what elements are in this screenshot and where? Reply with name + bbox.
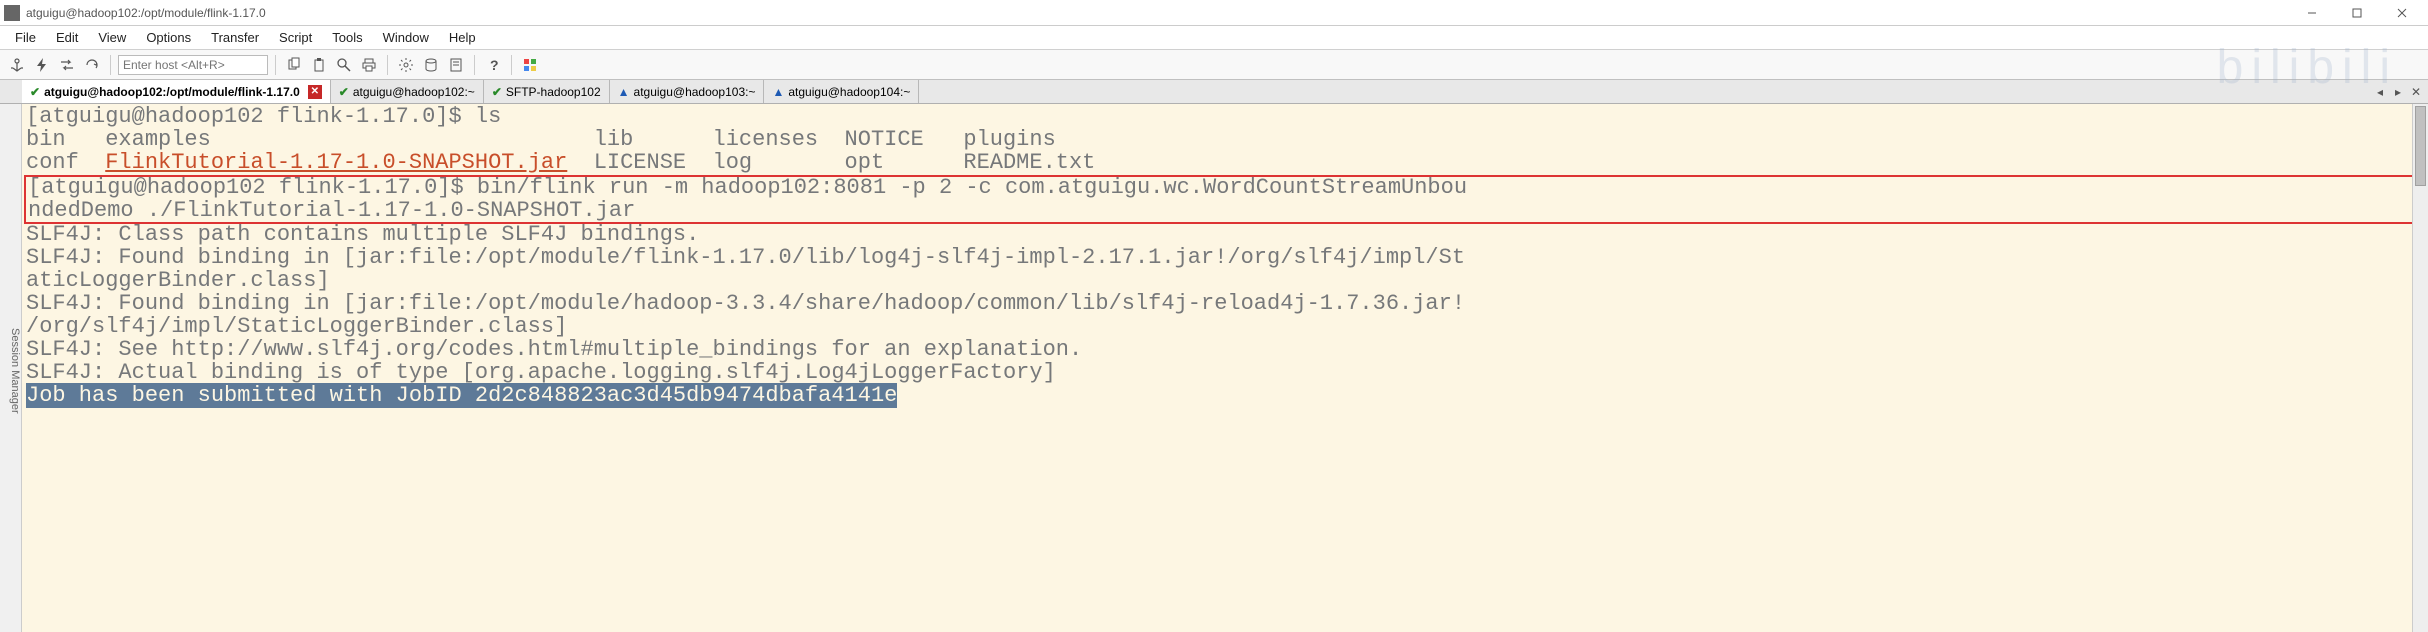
tab-label: SFTP-hadoop102 [506, 85, 601, 99]
print-icon[interactable] [358, 54, 380, 76]
tab-label: atguigu@hadoop104:~ [788, 85, 910, 99]
menu-view[interactable]: View [89, 28, 135, 47]
props-icon[interactable] [445, 54, 467, 76]
tab-close-icon[interactable]: ✕ [308, 85, 322, 99]
menu-script[interactable]: Script [270, 28, 321, 47]
minimize-button[interactable] [2290, 1, 2334, 25]
terminal-line: /org/slf4j/impl/StaticLoggerBinder.class… [26, 316, 2424, 339]
menu-tools[interactable]: Tools [323, 28, 371, 47]
toolbar-separator [387, 55, 388, 75]
tab-label: atguigu@hadoop102:/opt/module/flink-1.17… [44, 85, 300, 99]
session-tab[interactable]: ▲ atguigu@hadoop103:~ [610, 80, 765, 103]
toolbar-separator [110, 55, 111, 75]
tab-nav: ◂ ▸ ✕ [2372, 80, 2428, 103]
close-button[interactable] [2380, 1, 2424, 25]
paste-icon[interactable] [308, 54, 330, 76]
maximize-button[interactable] [2335, 1, 2379, 25]
tab-prev-icon[interactable]: ◂ [2372, 85, 2388, 99]
terminal-line: SLF4J: See http://www.slf4j.org/codes.ht… [26, 339, 2424, 362]
terminal-line: SLF4J: Class path contains multiple SLF4… [26, 224, 2424, 247]
toolbar-separator [511, 55, 512, 75]
toolbar-separator [275, 55, 276, 75]
highlighted-command-box: [atguigu@hadoop102 flink-1.17.0]$ bin/fl… [24, 175, 2426, 225]
check-icon: ✔ [30, 85, 40, 99]
tab-label: atguigu@hadoop102:~ [353, 85, 475, 99]
terminal[interactable]: [atguigu@hadoop102 flink-1.17.0]$ ls bin… [22, 104, 2428, 632]
app-icon [4, 5, 20, 21]
session-tab[interactable]: ▲ atguigu@hadoop104:~ [764, 80, 919, 103]
menu-edit[interactable]: Edit [47, 28, 87, 47]
anchor-icon[interactable] [6, 54, 28, 76]
toolbar-separator [474, 55, 475, 75]
tab-label: atguigu@hadoop103:~ [634, 85, 756, 99]
toolbar: ? [0, 50, 2428, 80]
scrollbar-thumb[interactable] [2415, 106, 2426, 186]
selected-text: Job has been submitted with JobID 2d2c84… [26, 383, 897, 408]
warn-icon: ▲ [772, 85, 784, 99]
jar-file: FlinkTutorial-1.17-1.0-SNAPSHOT.jar [105, 150, 567, 175]
palette-icon[interactable] [519, 54, 541, 76]
terminal-line: [atguigu@hadoop102 flink-1.17.0]$ ls [26, 106, 2424, 129]
reload-icon[interactable] [81, 54, 103, 76]
window-titlebar: atguigu@hadoop102:/opt/module/flink-1.17… [0, 0, 2428, 26]
window-controls [2290, 1, 2424, 25]
sidebar-label: Session Manager [9, 328, 21, 414]
menu-window[interactable]: Window [374, 28, 438, 47]
session-manager-panel[interactable]: Session Manager [0, 104, 22, 632]
session-tab[interactable]: ✔ atguigu@hadoop102:~ [331, 80, 484, 103]
session-tab[interactable]: ✔ SFTP-hadoop102 [484, 80, 610, 103]
svg-text:?: ? [490, 57, 499, 73]
tab-next-icon[interactable]: ▸ [2390, 85, 2406, 99]
check-icon: ✔ [492, 85, 502, 99]
terminal-line: ndedDemo ./FlinkTutorial-1.17-1.0-SNAPSH… [28, 200, 2422, 223]
session-tab[interactable]: ✔ atguigu@hadoop102:/opt/module/flink-1.… [22, 80, 331, 103]
warn-icon: ▲ [618, 85, 630, 99]
copy-icon[interactable] [283, 54, 305, 76]
gear-icon[interactable] [395, 54, 417, 76]
terminal-line: [atguigu@hadoop102 flink-1.17.0]$ bin/fl… [28, 177, 2422, 200]
check-icon: ✔ [339, 85, 349, 99]
tab-close-icon[interactable]: ✕ [2408, 85, 2424, 99]
find-icon[interactable] [333, 54, 355, 76]
menu-file[interactable]: File [6, 28, 45, 47]
terminal-line: Job has been submitted with JobID 2d2c84… [26, 385, 2424, 408]
menu-options[interactable]: Options [137, 28, 200, 47]
scrollbar[interactable] [2412, 104, 2428, 632]
terminal-line: SLF4J: Actual binding is of type [org.ap… [26, 362, 2424, 385]
swap-icon[interactable] [56, 54, 78, 76]
tabbar: ✔ atguigu@hadoop102:/opt/module/flink-1.… [0, 80, 2428, 104]
window-title: atguigu@hadoop102:/opt/module/flink-1.17… [26, 6, 2290, 20]
terminal-line: SLF4J: Found binding in [jar:file:/opt/m… [26, 247, 2424, 270]
bolt-icon[interactable] [31, 54, 53, 76]
help-icon[interactable]: ? [482, 54, 504, 76]
menu-help[interactable]: Help [440, 28, 485, 47]
terminal-line: SLF4J: Found binding in [jar:file:/opt/m… [26, 293, 2424, 316]
menubar: File Edit View Options Transfer Script T… [0, 26, 2428, 50]
terminal-line: conf FlinkTutorial-1.17-1.0-SNAPSHOT.jar… [26, 152, 2424, 175]
terminal-line: aticLoggerBinder.class] [26, 270, 2424, 293]
terminal-line: bin examples lib licenses NOTICE plugins [26, 129, 2424, 152]
menu-transfer[interactable]: Transfer [202, 28, 268, 47]
host-input[interactable] [118, 55, 268, 75]
db-icon[interactable] [420, 54, 442, 76]
